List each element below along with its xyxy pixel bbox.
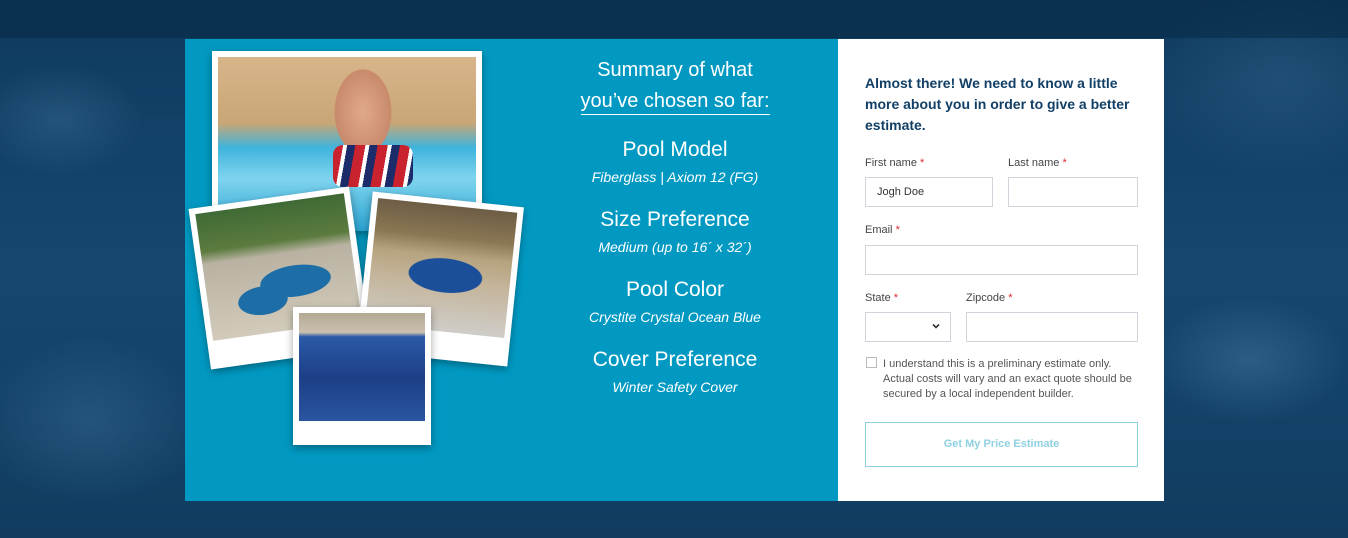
required-asterisk: * bbox=[920, 157, 925, 169]
summary-title-line1: Summary of what bbox=[597, 59, 753, 81]
zipcode-input[interactable] bbox=[966, 312, 1138, 342]
selection-summary: Summary of what you’ve chosen so far: Po… bbox=[545, 55, 805, 397]
summary-pool-model: Pool Model Fiberglass | Axiom 12 (FG) bbox=[545, 137, 805, 187]
email-label-text: Email bbox=[865, 224, 893, 236]
summary-value: Crystite Crystal Ocean Blue bbox=[589, 309, 761, 325]
summary-label: Size Preference bbox=[600, 208, 750, 231]
last-name-label: Last name * bbox=[1008, 157, 1067, 169]
required-asterisk: * bbox=[1062, 157, 1067, 169]
summary-size-preference: Size Preference Medium (up to 16´ x 32´) bbox=[545, 207, 805, 257]
summary-title-line2: you’ve chosen so far: bbox=[580, 88, 770, 115]
summary-label: Cover Preference bbox=[592, 348, 758, 371]
first-name-label: First name * bbox=[865, 157, 924, 169]
summary-label: Pool Color bbox=[625, 278, 725, 301]
summary-title: Summary of what you’ve chosen so far: bbox=[545, 55, 805, 117]
required-asterisk: * bbox=[895, 224, 900, 236]
state-select[interactable] bbox=[865, 312, 951, 342]
contact-form-panel: Almost there! We need to know a little m… bbox=[838, 39, 1164, 501]
summary-cover-preference: Cover Preference Winter Safety Cover bbox=[545, 347, 805, 397]
background-top-band bbox=[0, 0, 1348, 38]
zipcode-label: Zipcode * bbox=[966, 292, 1012, 304]
first-name-input[interactable] bbox=[865, 177, 993, 207]
last-name-input[interactable] bbox=[1008, 177, 1138, 207]
get-price-estimate-button[interactable]: Get My Price Estimate bbox=[865, 422, 1138, 467]
last-name-label-text: Last name bbox=[1008, 157, 1060, 169]
pool-photo-closeup bbox=[293, 307, 431, 445]
summary-pool-color: Pool Color Crystite Crystal Ocean Blue bbox=[545, 277, 805, 327]
summary-value: Fiberglass | Axiom 12 (FG) bbox=[591, 169, 759, 185]
zipcode-label-text: Zipcode bbox=[966, 292, 1006, 304]
summary-label: Pool Model bbox=[622, 138, 728, 161]
email-input[interactable] bbox=[865, 245, 1138, 275]
consent-checkbox[interactable] bbox=[866, 357, 877, 368]
consent-text: I understand this is a preliminary estim… bbox=[883, 358, 1132, 400]
summary-value: Medium (up to 16´ x 32´) bbox=[598, 239, 752, 255]
chevron-down-icon bbox=[931, 321, 941, 334]
summary-panel: Summary of what you’ve chosen so far: Po… bbox=[185, 39, 838, 501]
estimate-card: Summary of what you’ve chosen so far: Po… bbox=[185, 39, 1164, 501]
first-name-label-text: First name bbox=[865, 157, 917, 169]
summary-value: Winter Safety Cover bbox=[612, 379, 738, 395]
form-intro-heading: Almost there! We need to know a little m… bbox=[865, 75, 1130, 133]
required-asterisk: * bbox=[1008, 292, 1013, 304]
required-asterisk: * bbox=[893, 292, 899, 304]
state-label-text: State bbox=[865, 292, 891, 304]
state-label: State * bbox=[865, 292, 898, 304]
email-label: Email * bbox=[865, 224, 900, 236]
